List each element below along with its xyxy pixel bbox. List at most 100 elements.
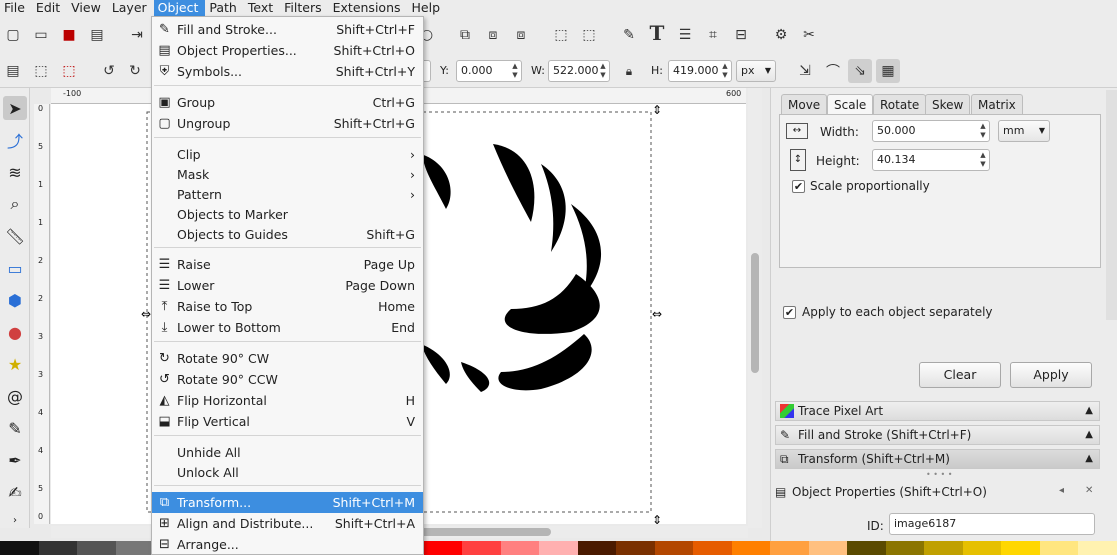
- panel-scrollbar[interactable]: [1106, 90, 1117, 320]
- color-swatch[interactable]: [577, 541, 617, 555]
- tab-rotate[interactable]: Rotate: [873, 94, 927, 114]
- ungroup-toolbar-icon[interactable]: ⬚: [580, 26, 598, 44]
- select-all-icon[interactable]: ▤: [4, 62, 22, 80]
- dock-grip[interactable]: • • • •: [926, 470, 953, 479]
- tweak-tool-icon[interactable]: ≋: [3, 160, 27, 184]
- clear-button[interactable]: Clear: [919, 362, 1001, 388]
- menu-item-rotate-90-cw[interactable]: ↻ Rotate 90° CW: [152, 348, 423, 369]
- menu-item-mask[interactable]: Mask ›: [152, 164, 423, 185]
- color-swatch[interactable]: [38, 541, 78, 555]
- menu-path[interactable]: Path: [205, 0, 243, 16]
- width-field[interactable]: 50.000 ▲ ▼: [872, 120, 990, 142]
- spiral-tool-icon[interactable]: @: [3, 384, 27, 408]
- color-swatch[interactable]: [1001, 541, 1040, 555]
- menu-item-raise-to-top[interactable]: ⤒ Raise to Top Home: [152, 296, 423, 317]
- xml-editor-icon[interactable]: ⌗: [704, 26, 722, 44]
- apply-each-checkbox[interactable]: ✔: [783, 306, 796, 319]
- transform-dock[interactable]: ⧉ Transform (Shift+Ctrl+M) ▲: [775, 449, 1100, 469]
- tab-matrix[interactable]: Matrix: [971, 94, 1023, 114]
- menu-item-object-properties[interactable]: ▤ Object Properties... Shift+Ctrl+O: [152, 40, 423, 61]
- trace-pixel-art-dock[interactable]: Trace Pixel Art ▲: [775, 401, 1100, 421]
- menu-text[interactable]: Text: [244, 0, 280, 16]
- save-icon[interactable]: ■: [60, 26, 78, 44]
- new-document-icon[interactable]: ▢: [4, 26, 22, 44]
- menu-item-symbols[interactable]: ⛨ Symbols... Shift+Ctrl+Y: [152, 61, 423, 82]
- pen-tool-icon[interactable]: ✒: [3, 448, 27, 472]
- duplicate-icon[interactable]: ⧉: [456, 26, 474, 44]
- align-toolbar-icon[interactable]: ⊟: [732, 26, 750, 44]
- menu-item-pattern[interactable]: Pattern ›: [152, 184, 423, 205]
- color-swatch[interactable]: [693, 541, 732, 555]
- fill-stroke-dock[interactable]: ✎ Fill and Stroke (Shift+Ctrl+F) ▲: [775, 425, 1100, 445]
- menu-item-arrange[interactable]: ⊟ Arrange...: [152, 534, 423, 555]
- color-swatch[interactable]: [654, 541, 694, 555]
- unlink-clone-icon[interactable]: ⧈: [512, 26, 530, 44]
- scale-proportionally-checkbox[interactable]: ✔: [792, 180, 805, 193]
- color-swatch[interactable]: [770, 541, 809, 555]
- menu-item-ungroup[interactable]: ▢ Ungroup Shift+Ctrl+G: [152, 113, 423, 134]
- transform-gradients-icon[interactable]: ⇘: [848, 59, 872, 83]
- y-field[interactable]: 0.000 ▲ ▼: [456, 60, 522, 82]
- vertical-scrollbar[interactable]: [748, 88, 762, 528]
- menu-item-align-and-distribute[interactable]: ⊞ Align and Distribute... Shift+Ctrl+A: [152, 513, 423, 534]
- w-field[interactable]: 522.000 ▲ ▼: [548, 60, 610, 82]
- menu-extensions[interactable]: Extensions: [329, 0, 408, 16]
- pencil-tool-icon[interactable]: ✎: [3, 416, 27, 440]
- color-swatch[interactable]: [423, 541, 463, 555]
- menu-item-clip[interactable]: Clip ›: [152, 144, 423, 165]
- menu-item-group[interactable]: ▣ Group Ctrl+G: [152, 92, 423, 113]
- id-field[interactable]: image6187: [889, 513, 1095, 535]
- rotate-ccw-toolbar-icon[interactable]: ↺: [100, 62, 118, 80]
- color-swatch[interactable]: [0, 541, 39, 555]
- color-swatch[interactable]: [885, 541, 925, 555]
- menu-item-raise[interactable]: ☰ Raise Page Up: [152, 254, 423, 275]
- select-all-layers-icon[interactable]: ⬚: [32, 62, 50, 80]
- text-tool-icon[interactable]: T: [648, 21, 666, 45]
- menu-layer[interactable]: Layer: [108, 0, 154, 16]
- h-field[interactable]: 419.000 ▲ ▼: [668, 60, 732, 82]
- menu-item-rotate-90-ccw[interactable]: ↺ Rotate 90° CCW: [152, 369, 423, 390]
- menu-item-lower[interactable]: ☰ Lower Page Down: [152, 275, 423, 296]
- more-tools-chevron-icon[interactable]: ›: [3, 508, 27, 532]
- calligraphy-tool-icon[interactable]: ✍: [3, 480, 27, 504]
- dock-close-icon[interactable]: ✕: [1085, 485, 1093, 496]
- x-field-edge[interactable]: [423, 60, 431, 82]
- color-swatch[interactable]: [1078, 541, 1117, 555]
- y-stepper-icon[interactable]: ▲ ▼: [510, 62, 520, 80]
- color-swatch[interactable]: [924, 541, 963, 555]
- menu-item-fill-and-stroke[interactable]: ✎ Fill and Stroke... Shift+Ctrl+F: [152, 19, 423, 40]
- color-swatch[interactable]: [1039, 541, 1079, 555]
- scale-unit-select[interactable]: mm ▼: [998, 120, 1050, 142]
- color-swatch[interactable]: [462, 541, 501, 555]
- vertical-scroll-thumb[interactable]: [751, 253, 759, 373]
- chevron-up-icon[interactable]: ▲: [1085, 426, 1093, 444]
- color-swatch[interactable]: [539, 541, 578, 555]
- apply-button[interactable]: Apply: [1010, 362, 1092, 388]
- menu-item-objects-to-guides[interactable]: Objects to Guides Shift+G: [152, 224, 423, 245]
- color-swatch[interactable]: [808, 541, 848, 555]
- selector-tool-icon[interactable]: ➤: [3, 96, 27, 120]
- menu-edit[interactable]: Edit: [32, 0, 67, 16]
- clone-icon[interactable]: ⧈: [484, 26, 502, 44]
- color-swatch[interactable]: [616, 541, 655, 555]
- color-swatch[interactable]: [500, 541, 540, 555]
- lock-ratio-icon[interactable]: 🔒︎: [620, 62, 638, 80]
- color-swatch[interactable]: [962, 541, 1002, 555]
- preferences-icon[interactable]: ✂: [800, 26, 818, 44]
- fill-stroke-toolbar-icon[interactable]: ✎: [620, 26, 638, 44]
- height-stepper-icon[interactable]: ▲ ▼: [978, 151, 988, 169]
- menu-item-flip-horizontal[interactable]: ◭ Flip Horizontal H: [152, 390, 423, 411]
- import-icon[interactable]: ⇥: [128, 26, 146, 44]
- ellipse-tool-icon[interactable]: ●: [3, 320, 27, 344]
- node-tool-icon[interactable]: ⤴: [3, 128, 27, 152]
- menu-file[interactable]: File: [0, 0, 32, 16]
- menu-item-flip-vertical[interactable]: ⬓ Flip Vertical V: [152, 411, 423, 432]
- rectangle-tool-icon[interactable]: ▭: [3, 256, 27, 280]
- width-stepper-icon[interactable]: ▲ ▼: [978, 122, 988, 140]
- w-stepper-icon[interactable]: ▲ ▼: [598, 62, 608, 80]
- menu-item-transform[interactable]: ⧉ Transform... Shift+Ctrl+M: [152, 492, 423, 513]
- color-swatch[interactable]: [77, 541, 116, 555]
- menu-item-unlock-all[interactable]: Unlock All: [152, 462, 423, 483]
- zoom-tool-icon[interactable]: ⌕: [3, 192, 27, 216]
- chevron-up-icon[interactable]: ▲: [1085, 402, 1093, 420]
